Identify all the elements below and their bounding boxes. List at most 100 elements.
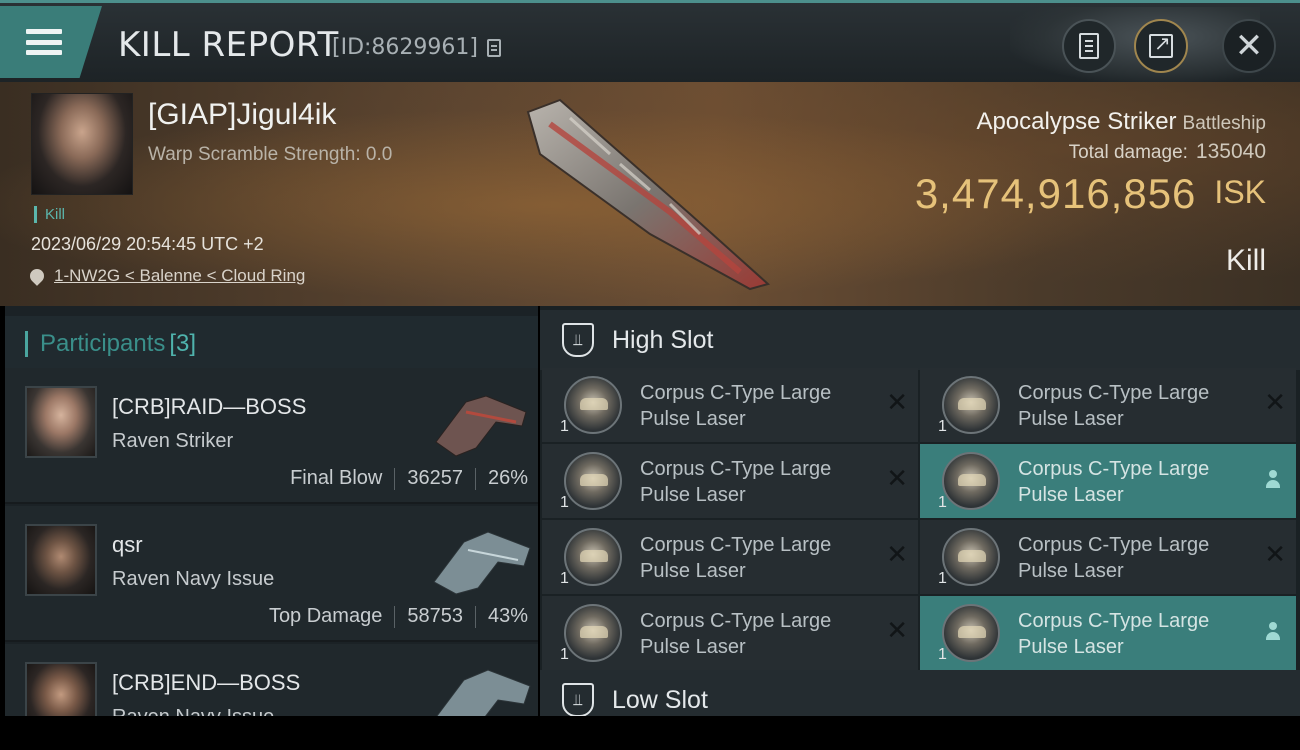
report-id: [ID:8629961] [332,35,478,60]
menu-button[interactable] [0,6,102,78]
location-text[interactable]: 1-NW2G < Balenne < Cloud Ring [54,266,305,286]
slot-icon: ⫫ [562,323,594,357]
document-icon [1079,33,1099,59]
module-item[interactable]: 1 Corpus C-Type Large Pulse Laser ✕ [542,520,918,594]
module-icon [942,604,1000,662]
total-damage: Total damage: 135040 [1069,140,1266,164]
divider [394,467,396,490]
module-icon [942,528,1000,586]
slot-icon: ⫫ [562,683,594,717]
participant-role: Final Blow [290,467,383,489]
module-icon [564,452,622,510]
participant-ship-image [433,531,531,595]
divider [394,605,396,628]
module-name: Corpus C-Type Large Pulse Laser [640,610,832,658]
high-slot-header[interactable]: ⫫ High Slot [540,310,1300,370]
victim-ship[interactable]: Apocalypse Striker Battleship [976,108,1266,136]
module-icon [942,376,1000,434]
destroyed-x-icon: ✕ [886,464,908,494]
victim-portrait[interactable] [31,93,133,195]
module-quantity: 1 [938,494,947,511]
location-pin-icon [27,266,47,286]
participant-name: [CRB]RAID—BOSS [112,394,307,419]
participant-name: [CRB]END—BOSS [112,670,301,695]
total-damage-value: 135040 [1195,140,1266,163]
bottom-letterbox [0,716,1300,750]
menu-icon [26,29,62,55]
participant-row[interactable]: [CRB]RAID—BOSS Raven Striker Final Blow … [5,368,538,504]
destroyed-x-icon: ✕ [886,616,908,646]
module-item[interactable]: 1 Corpus C-Type Large Pulse Laser ✕ [920,368,1296,442]
module-name: Corpus C-Type Large Pulse Laser [1018,458,1210,506]
isk-value: 3,474,916,856 [914,170,1197,217]
module-name: Corpus C-Type Large Pulse Laser [1018,534,1210,582]
isk-value-row: 3,474,916,856 ISK [915,170,1266,218]
participant-stats: Final Blow 36257 26% [290,467,528,490]
participant-percent: 26% [487,467,528,489]
close-icon: ✕ [1234,26,1264,66]
module-item[interactable]: 1 Corpus C-Type Large Pulse Laser ✕ [542,368,918,442]
close-button[interactable]: ✕ [1222,19,1276,73]
participants-label: Participants [40,329,166,357]
low-slot-title: Low Slot [612,685,708,714]
page-title: KILL REPORT [118,25,339,65]
dropped-user-icon [1266,470,1280,490]
participant-ship: Raven Striker [112,430,234,452]
dropped-user-icon [1266,622,1280,642]
participant-name: qsr [112,532,143,557]
avatar[interactable] [25,524,97,596]
copy-icon[interactable] [487,39,501,57]
victim-banner: [GIAP]Jigul4ik Warp Scramble Strength: 0… [0,82,1300,306]
participants-panel[interactable]: Participants [3] [CRB]RAID—BOSS Raven St… [5,306,538,750]
destroyed-x-icon: ✕ [1264,388,1286,418]
header-bar: KILL REPORT [ID:8629961] ✕ [0,0,1300,83]
share-button[interactable] [1134,19,1188,73]
victim-ship-name: Apocalypse Striker [976,108,1177,135]
participant-stats: Top Damage 58753 43% [269,605,528,628]
module-quantity: 1 [560,646,569,663]
module-quantity: 1 [938,570,947,587]
module-item[interactable]: 1 Corpus C-Type Large Pulse Laser ✕ [542,596,918,670]
module-item[interactable]: 1 Corpus C-Type Large Pulse Laser ✕ [542,444,918,518]
module-icon [564,604,622,662]
result-label: Kill [1225,244,1266,277]
share-icon [1149,31,1173,58]
divider [474,467,476,490]
destroyed-x-icon: ✕ [1264,540,1286,570]
participants-header: Participants [3] [5,316,538,371]
module-quantity: 1 [560,494,569,511]
participant-row[interactable]: qsr Raven Navy Issue Top Damage 58753 43… [5,506,538,642]
fitting-panel[interactable]: ⫫ High Slot 1 Corpus C-Type Large Pulse … [540,306,1300,730]
total-damage-label: Total damage: [1068,142,1188,163]
module-item[interactable]: 1 Corpus C-Type Large Pulse Laser [920,444,1296,518]
kill-date: 2023/06/29 20:54:45 UTC +2 [31,234,264,254]
participant-damage: 36257 [407,467,463,489]
module-item[interactable]: 1 Corpus C-Type Large Pulse Laser [920,596,1296,670]
document-button[interactable] [1062,19,1116,73]
module-icon [564,376,622,434]
victim-name[interactable]: [GIAP]Jigul4ik [148,98,336,132]
module-name: Corpus C-Type Large Pulse Laser [1018,382,1210,430]
high-slot-title: High Slot [612,325,714,354]
participant-ship-image [435,395,527,457]
participant-percent: 43% [487,605,528,627]
module-icon [942,452,1000,510]
module-name: Corpus C-Type Large Pulse Laser [640,458,832,506]
module-item[interactable]: 1 Corpus C-Type Large Pulse Laser ✕ [920,520,1296,594]
participants-count: [3] [169,329,197,357]
isk-unit: ISK [1214,174,1266,210]
module-name: Corpus C-Type Large Pulse Laser [640,534,832,582]
module-quantity: 1 [938,646,947,663]
destroyed-x-icon: ✕ [886,540,908,570]
divider [474,605,476,628]
module-name: Corpus C-Type Large Pulse Laser [640,382,832,430]
module-quantity: 1 [938,418,947,435]
module-quantity: 1 [560,570,569,587]
header-accent-bar [25,330,28,357]
location-link[interactable]: 1-NW2G < Balenne < Cloud Ring [27,266,305,286]
module-name: Corpus C-Type Large Pulse Laser [1018,610,1210,658]
module-icon [564,528,622,586]
avatar[interactable] [25,386,97,458]
victim-ship-image [526,98,771,291]
participant-role: Top Damage [268,605,383,627]
